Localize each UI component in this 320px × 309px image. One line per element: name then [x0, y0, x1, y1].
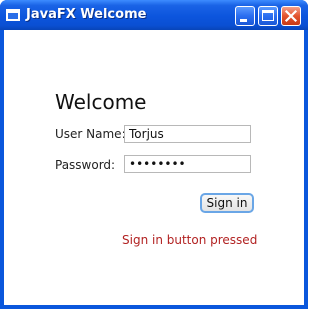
maximize-icon	[259, 7, 277, 25]
minimize-button[interactable]	[235, 6, 255, 26]
maximize-button[interactable]	[258, 6, 278, 26]
password-label: Password:	[55, 158, 116, 172]
login-form: Welcome User Name: Torjus Password: ••••…	[4, 30, 304, 305]
close-button[interactable]	[281, 6, 301, 26]
app-window-icon	[6, 9, 20, 21]
window-title: JavaFX Welcome	[26, 7, 147, 22]
minimize-icon	[236, 7, 254, 25]
app-window: JavaFX Welcome Welcome User Name: Torjus…	[0, 0, 308, 309]
status-message: Sign in button pressed	[122, 233, 258, 247]
welcome-heading: Welcome	[55, 90, 147, 114]
username-input[interactable]: Torjus	[124, 125, 251, 143]
password-input[interactable]: ••••••••	[124, 155, 251, 173]
title-bar[interactable]: JavaFX Welcome	[0, 0, 308, 30]
username-label: User Name:	[55, 127, 126, 141]
sign-in-button[interactable]: Sign in	[200, 193, 254, 213]
close-icon	[284, 9, 298, 23]
